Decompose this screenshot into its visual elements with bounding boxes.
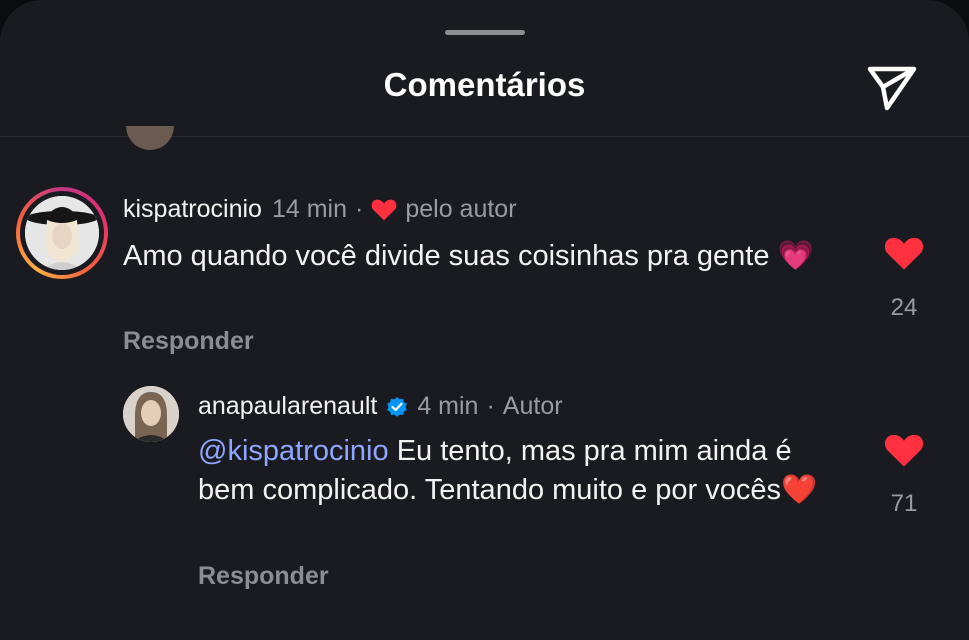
mention-link[interactable]: @kispatrocinio xyxy=(198,435,389,467)
heart-icon xyxy=(884,434,924,467)
meta-separator: · xyxy=(355,195,364,223)
comment-username[interactable]: kispatrocinio xyxy=(123,195,262,224)
verified-badge-icon xyxy=(385,395,409,419)
liked-by-author-label: pelo autor xyxy=(405,195,517,223)
reply-time: 4 min xyxy=(417,392,479,420)
author-label: Autor xyxy=(502,392,563,420)
heart-icon xyxy=(371,198,397,221)
comment-time: 14 min xyxy=(271,195,347,223)
page-title: Comentários xyxy=(383,66,586,103)
reply-meta: anapaularenault 4 min · Autor xyxy=(198,392,563,421)
comment-body: Amo quando você divide suas coisinhas pr… xyxy=(123,240,770,272)
comment-text: Amo quando você divide suas coisinhas pr… xyxy=(123,236,823,275)
like-button[interactable] xyxy=(884,432,924,473)
comment-meta: kispatrocinio 14 min · pelo autor xyxy=(123,195,517,224)
send-icon xyxy=(867,66,917,111)
emoji: ❤️ xyxy=(781,472,818,506)
heart-icon xyxy=(884,237,924,270)
reply-avatar[interactable] xyxy=(123,386,179,442)
reply-button[interactable]: Responder xyxy=(123,327,254,356)
reply-text: @kispatrocinio Eu tento, mas pra mim ain… xyxy=(198,432,838,509)
like-button[interactable] xyxy=(884,235,924,276)
avatar[interactable] xyxy=(25,196,99,270)
share-button[interactable] xyxy=(862,60,922,114)
meta-separator: · xyxy=(486,392,495,420)
like-count: 24 xyxy=(890,294,918,321)
sheet-drag-handle[interactable] xyxy=(445,30,525,35)
reply-button[interactable]: Responder xyxy=(198,562,329,591)
like-count: 71 xyxy=(890,490,918,517)
emoji: 💗 xyxy=(777,238,814,272)
reply-username[interactable]: anapaularenault xyxy=(198,392,377,421)
